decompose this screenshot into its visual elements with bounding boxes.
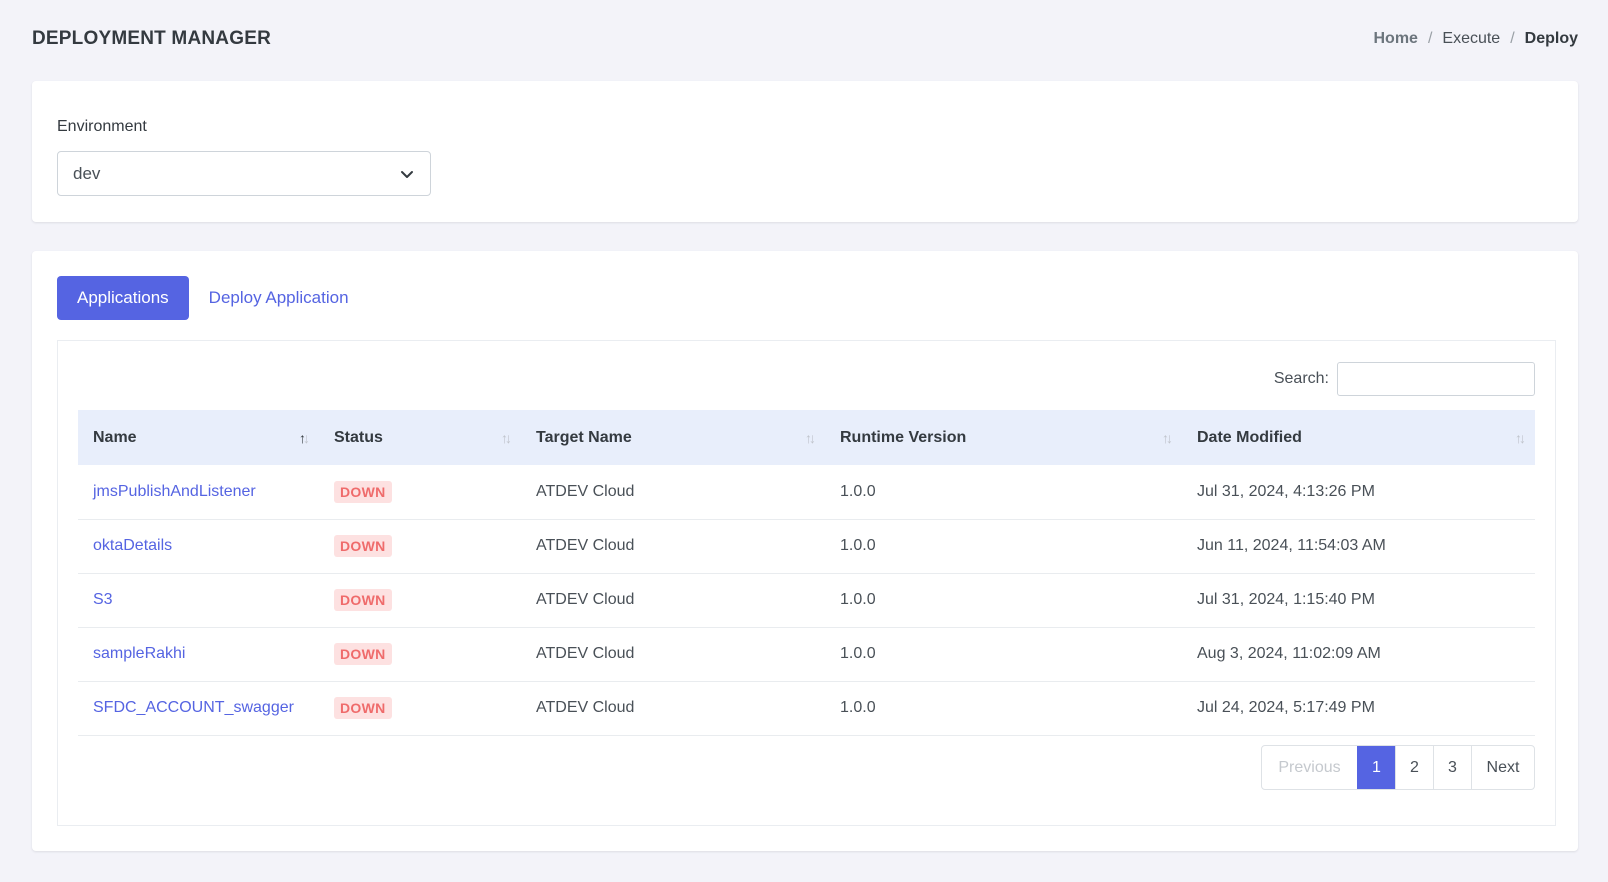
- cell-status: DOWN: [319, 681, 521, 736]
- application-link[interactable]: S3: [93, 591, 113, 608]
- cell-target: ATDEV Cloud: [521, 465, 825, 520]
- application-link[interactable]: SFDC_ACCOUNT_swagger: [93, 699, 294, 716]
- breadcrumb-execute[interactable]: Execute: [1442, 30, 1500, 48]
- column-header-status[interactable]: Status ↑↓: [319, 410, 521, 465]
- table-row: oktaDetails DOWN ATDEV Cloud 1.0.0 Jun 1…: [78, 519, 1535, 574]
- environment-label: Environment: [57, 118, 147, 135]
- pagination-next-button[interactable]: Next: [1471, 746, 1534, 789]
- cell-target: ATDEV Cloud: [521, 627, 825, 682]
- tab-applications[interactable]: Applications: [57, 276, 189, 320]
- status-badge: DOWN: [334, 480, 392, 503]
- environment-select[interactable]: dev: [57, 151, 431, 196]
- page-header: DEPLOYMENT MANAGER Home / Execute / Depl…: [32, 24, 1578, 54]
- sort-arrows-icon: ↑↓: [299, 430, 310, 446]
- search-input[interactable]: [1337, 362, 1535, 396]
- breadcrumb-separator: /: [1427, 30, 1433, 47]
- applications-table: Name ↑↓ Status ↑↓ Target Name ↑↓ Runtime…: [78, 410, 1535, 736]
- column-header-label: Name: [93, 428, 137, 446]
- breadcrumb: Home / Execute / Deploy: [1373, 30, 1578, 48]
- status-badge: DOWN: [334, 643, 392, 665]
- column-header-date-modified[interactable]: Date Modified ↑↓: [1182, 410, 1535, 465]
- cell-runtime: 1.0.0: [825, 465, 1182, 520]
- cell-runtime: 1.0.0: [825, 627, 1182, 682]
- cell-name: oktaDetails: [78, 519, 319, 574]
- sort-arrows-icon: ↑↓: [805, 430, 816, 446]
- column-header-label: Date Modified: [1197, 428, 1302, 446]
- cell-target: ATDEV Cloud: [521, 573, 825, 628]
- search-label: Search:: [1273, 370, 1329, 387]
- application-link[interactable]: sampleRakhi: [93, 645, 185, 662]
- table-row: S3 DOWN ATDEV Cloud 1.0.0 Jul 31, 2024, …: [78, 573, 1535, 628]
- tabs: Applications Deploy Application: [57, 276, 349, 320]
- table-row: jmsPublishAndListener DOWN ATDEV Cloud 1…: [78, 465, 1535, 520]
- cell-status: DOWN: [319, 573, 521, 628]
- cell-target: ATDEV Cloud: [521, 681, 825, 736]
- cell-modified: Jul 31, 2024, 4:13:26 PM: [1182, 465, 1535, 520]
- page-title: DEPLOYMENT MANAGER: [32, 28, 271, 49]
- cell-modified: Jul 24, 2024, 5:17:49 PM: [1182, 681, 1535, 736]
- cell-name: jmsPublishAndListener: [78, 465, 319, 520]
- applications-card: Applications Deploy Application Search: …: [32, 251, 1578, 851]
- column-header-label: Status: [334, 428, 383, 446]
- application-link[interactable]: jmsPublishAndListener: [93, 483, 256, 500]
- cell-modified: Aug 3, 2024, 11:02:09 AM: [1182, 627, 1535, 682]
- column-header-runtime-version[interactable]: Runtime Version ↑↓: [825, 410, 1182, 465]
- column-header-target-name[interactable]: Target Name ↑↓: [521, 410, 825, 465]
- pagination-previous-button[interactable]: Previous: [1262, 746, 1357, 789]
- breadcrumb-deploy: Deploy: [1524, 30, 1578, 47]
- table-row: sampleRakhi DOWN ATDEV Cloud 1.0.0 Aug 3…: [78, 627, 1535, 682]
- status-badge: DOWN: [334, 535, 392, 557]
- cell-runtime: 1.0.0: [825, 681, 1182, 736]
- pagination-page-3[interactable]: 3: [1433, 746, 1471, 789]
- cell-status: DOWN: [319, 465, 521, 520]
- cell-name: SFDC_ACCOUNT_swagger: [78, 681, 319, 736]
- sort-arrows-icon: ↑↓: [501, 430, 512, 446]
- column-header-label: Target Name: [536, 428, 632, 446]
- application-link[interactable]: oktaDetails: [93, 537, 172, 554]
- pagination-page-1[interactable]: 1: [1357, 746, 1395, 789]
- status-badge: DOWN: [334, 697, 392, 719]
- environment-selected-value: dev: [73, 163, 101, 183]
- cell-modified: Jul 31, 2024, 1:15:40 PM: [1182, 573, 1535, 628]
- table-row: SFDC_ACCOUNT_swagger DOWN ATDEV Cloud 1.…: [78, 681, 1535, 736]
- sort-arrows-icon: ↑↓: [1515, 430, 1526, 446]
- cell-name: sampleRakhi: [78, 627, 319, 682]
- cell-status: DOWN: [319, 627, 521, 682]
- cell-name: S3: [78, 573, 319, 628]
- cell-target: ATDEV Cloud: [521, 519, 825, 574]
- cell-status: DOWN: [319, 519, 521, 574]
- pagination-page-2[interactable]: 2: [1395, 746, 1433, 789]
- cell-runtime: 1.0.0: [825, 519, 1182, 574]
- applications-table-panel: Search: Name ↑↓ Status ↑↓ Target Name ↑↓…: [57, 340, 1556, 826]
- tab-deploy-application[interactable]: Deploy Application: [209, 288, 349, 308]
- column-header-label: Runtime Version: [840, 428, 967, 446]
- column-header-name[interactable]: Name ↑↓: [78, 410, 319, 465]
- sort-arrows-icon: ↑↓: [1162, 430, 1173, 446]
- environment-card: Environment dev: [32, 81, 1578, 222]
- pagination: Previous 1 2 3 Next: [1261, 745, 1535, 790]
- status-badge: DOWN: [334, 589, 392, 611]
- cell-runtime: 1.0.0: [825, 573, 1182, 628]
- breadcrumb-home[interactable]: Home: [1373, 30, 1417, 48]
- chevron-down-icon: [401, 170, 413, 178]
- search-bar: Search:: [1274, 362, 1535, 396]
- breadcrumb-separator: /: [1510, 30, 1515, 47]
- cell-modified: Jun 11, 2024, 11:54:03 AM: [1182, 519, 1535, 574]
- table-header-row: Name ↑↓ Status ↑↓ Target Name ↑↓ Runtime…: [78, 410, 1535, 465]
